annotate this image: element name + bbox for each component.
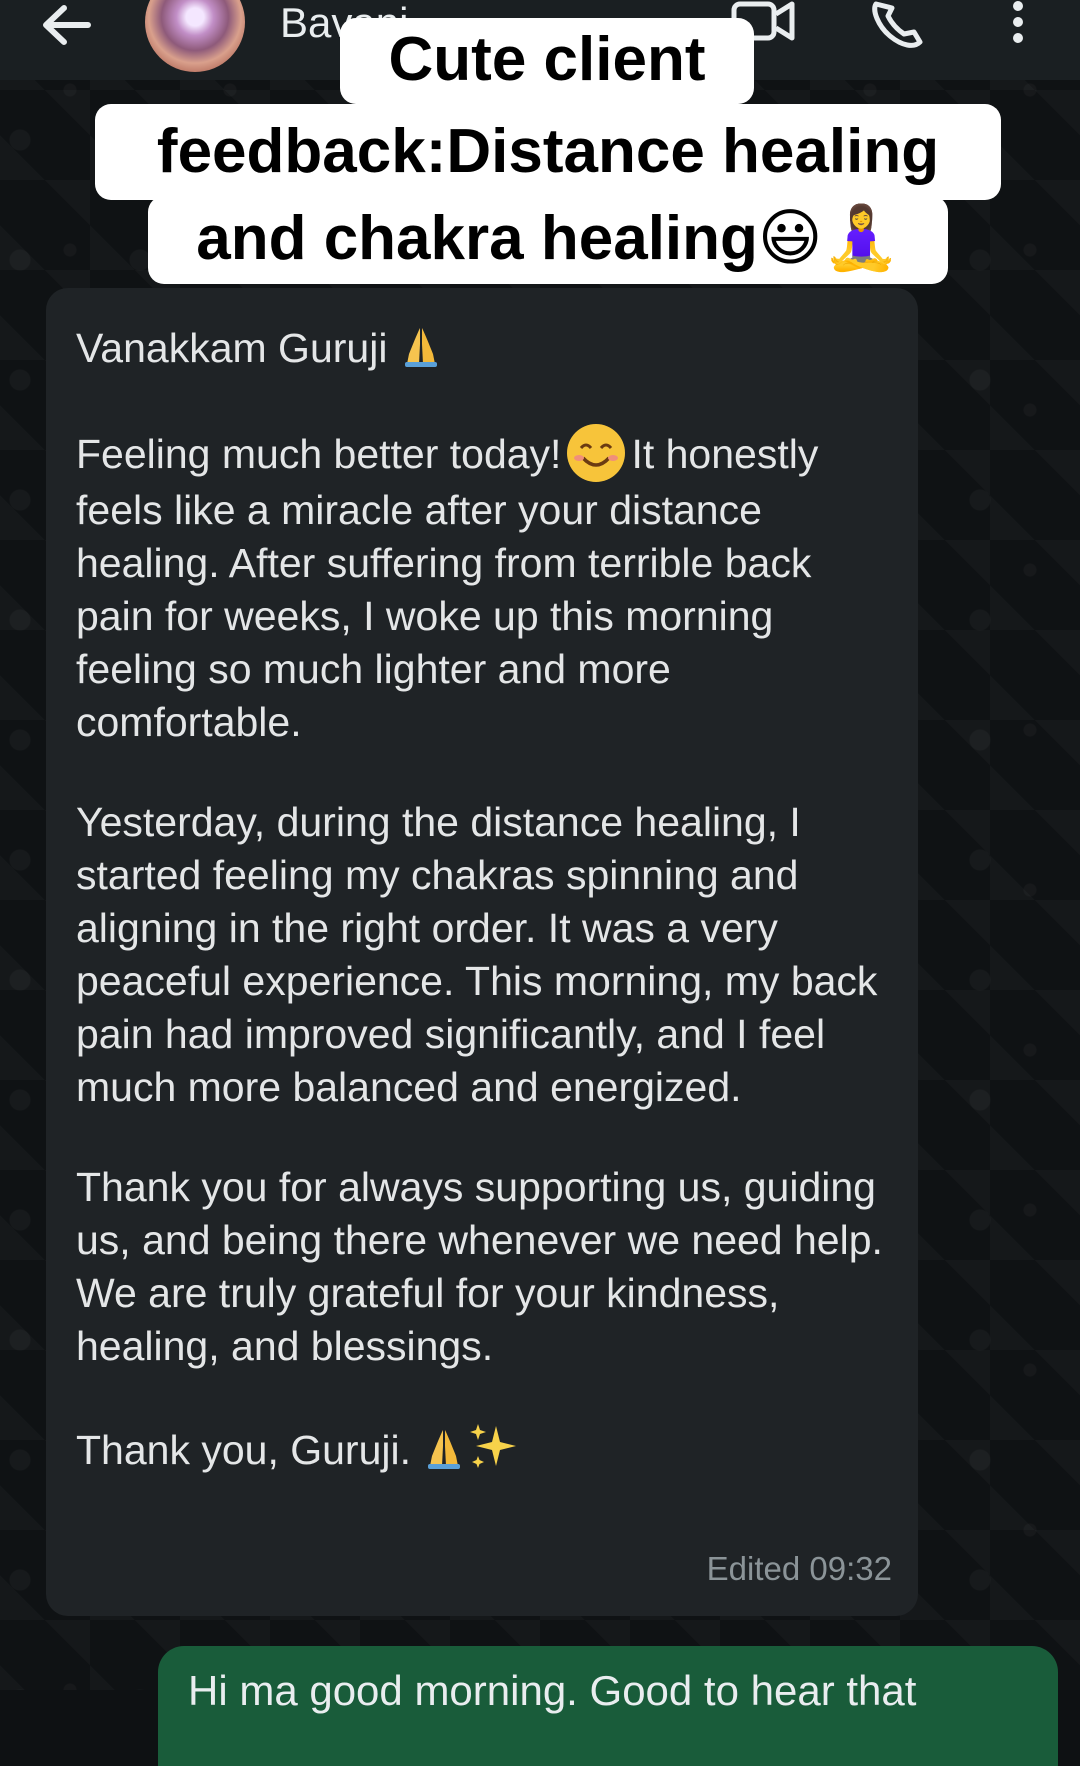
message-paragraph-1: Feeling much better today! It honestly fe…	[76, 422, 888, 749]
caption-line-2: feedback:Distance healing	[95, 104, 1001, 200]
message-paragraph-3: Thank you for always supporting us, guid…	[76, 1164, 883, 1369]
sparkles-icon	[466, 1420, 520, 1474]
incoming-message-bubble[interactable]: Vanakkam Guruji Feeling much better toda…	[46, 288, 918, 1616]
folded-hands-icon	[399, 324, 443, 368]
phone-call-icon[interactable]	[868, 0, 928, 50]
smiling-face-icon	[565, 422, 627, 484]
outgoing-message-text: Hi ma good morning. Good to hear that	[188, 1667, 917, 1714]
message-timestamp: Edited 09:32	[706, 1550, 892, 1587]
caption-emojis: 😃🧘‍♀️	[757, 201, 900, 274]
outgoing-message-bubble[interactable]: Hi ma good morning. Good to hear that	[158, 1646, 1058, 1766]
folded-hands-icon	[422, 1426, 466, 1470]
p1-start: Feeling much better today!	[76, 431, 562, 477]
more-options-icon[interactable]	[1003, 0, 1033, 50]
message-closing: Thank you, Guruji.	[76, 1420, 888, 1477]
greeting-text: Vanakkam Guruji	[76, 325, 388, 371]
message-paragraph-2: Yesterday, during the distance healing, …	[76, 799, 878, 1110]
p1-rest: It honestly feels like a miracle after y…	[76, 431, 819, 745]
message-greeting: Vanakkam Guruji	[76, 322, 888, 375]
closing-text: Thank you, Guruji.	[76, 1427, 411, 1473]
contact-avatar[interactable]	[145, 0, 245, 72]
caption-line-3: and chakra healing😃🧘‍♀️	[148, 196, 948, 284]
caption-line-3-text: and chakra healing	[196, 204, 758, 273]
caption-line-1: Cute client	[340, 18, 754, 104]
back-arrow-icon[interactable]	[38, 0, 94, 50]
